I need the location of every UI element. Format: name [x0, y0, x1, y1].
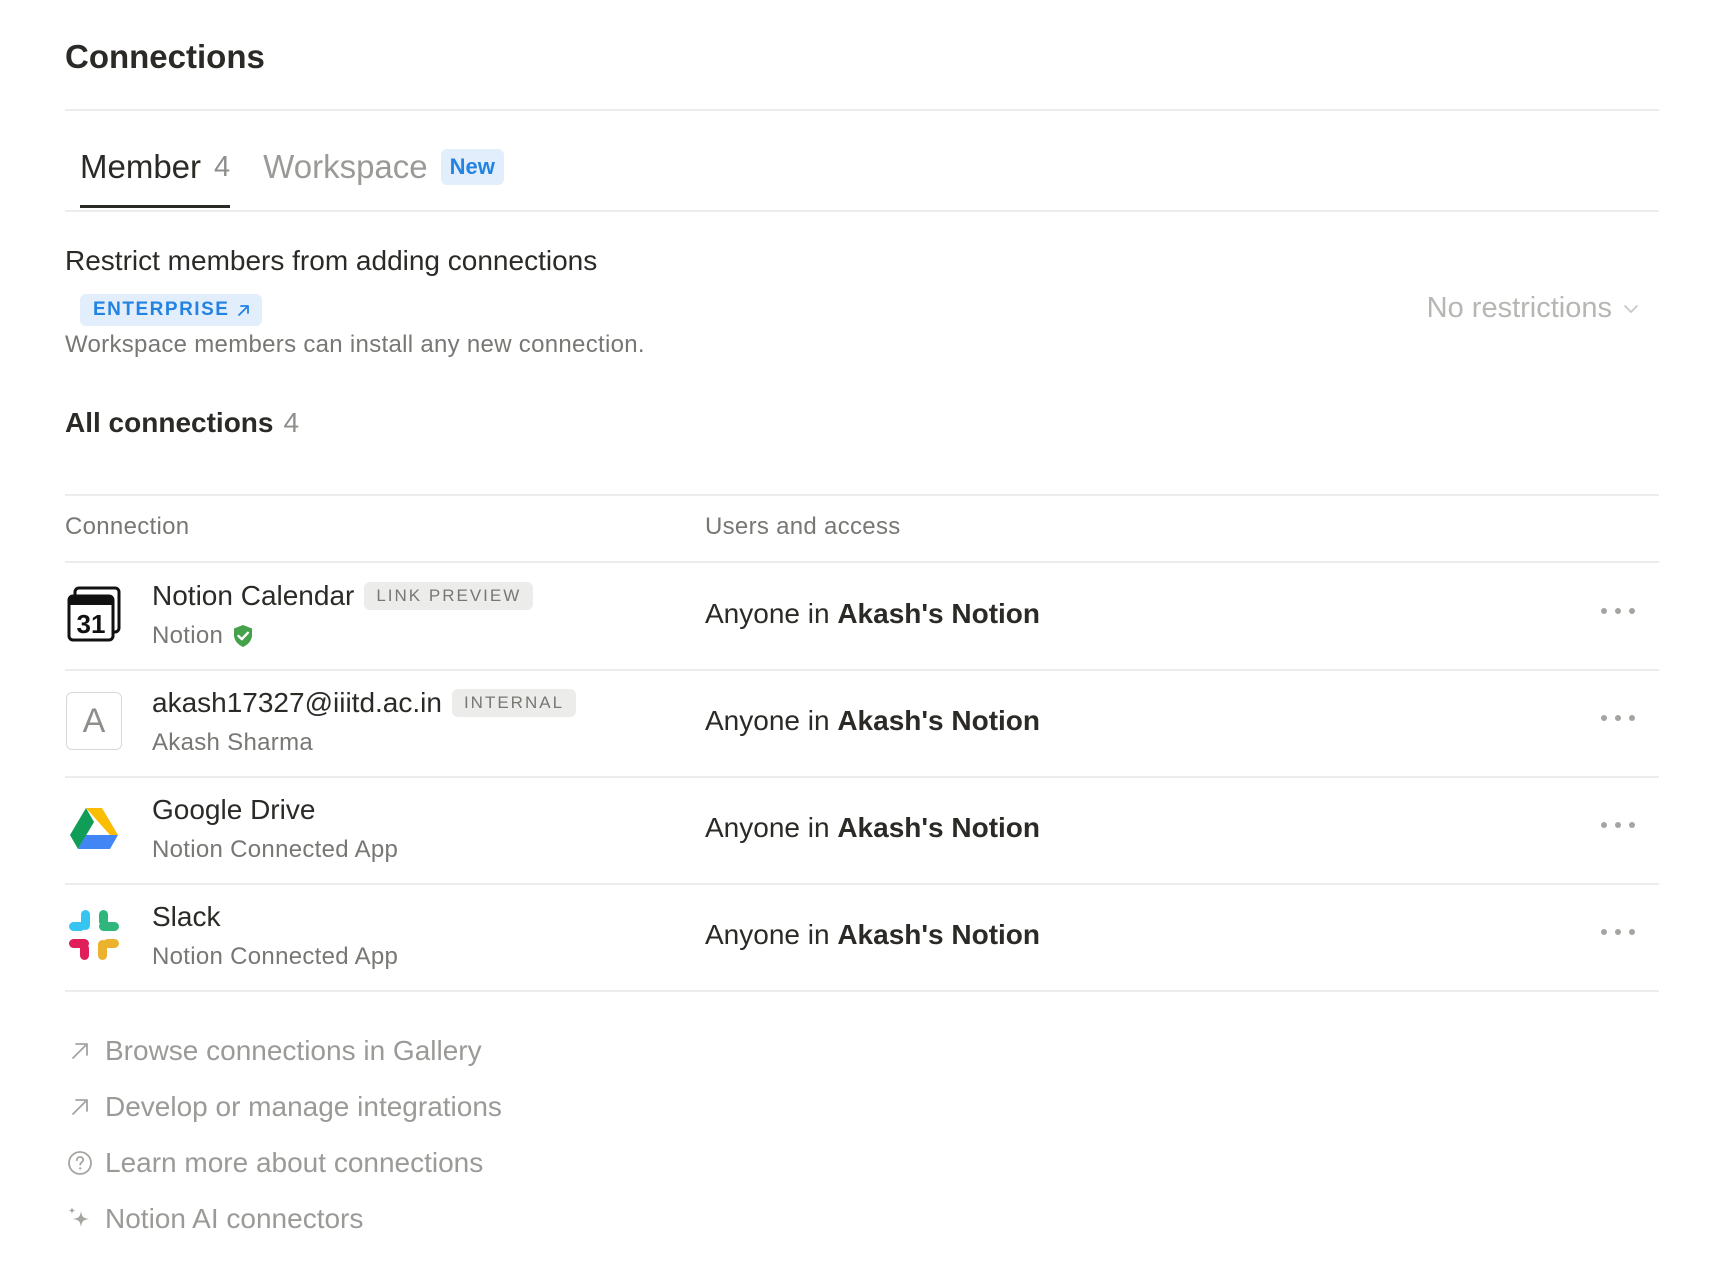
- access-prefix: Anyone in: [705, 919, 838, 950]
- table-row[interactable]: 31 Notion Calendar LINK PREVIEW Notion A…: [65, 563, 1659, 669]
- connection-subtitle-row: Notion Connected App: [152, 943, 398, 971]
- google-drive-icon: [65, 799, 123, 857]
- letter-avatar-icon: A: [65, 692, 123, 750]
- arrow-up-right-icon: [238, 304, 250, 316]
- link-label: Browse connections in Gallery: [105, 1035, 482, 1066]
- link-label: Develop or manage integrations: [105, 1091, 502, 1122]
- connection-subtitle: Notion Connected App: [152, 836, 399, 863]
- connections-settings-page: Connections Member 4 Workspace New Restr…: [0, 0, 1718, 1272]
- link-label: Notion AI connectors: [105, 1203, 364, 1234]
- connection-name: akash17327@iiitd.ac.in: [152, 687, 442, 718]
- dot-icon: [1615, 715, 1621, 721]
- dot-icon: [1601, 715, 1607, 721]
- more-options-button[interactable]: [1601, 601, 1635, 621]
- link-label: Learn more about connections: [105, 1147, 484, 1178]
- table-top-divider: [65, 494, 1659, 496]
- access-value: Anyone in Akash's Notion: [705, 705, 1040, 737]
- tab-workspace[interactable]: Workspace New: [263, 148, 504, 208]
- tab-member-count: 4: [214, 150, 231, 183]
- restriction-dropdown-value: No restrictions: [1426, 292, 1612, 324]
- dot-icon: [1629, 608, 1635, 614]
- column-header-access: Users and access: [705, 513, 901, 540]
- dot-icon: [1601, 822, 1607, 828]
- access-value: Anyone in Akash's Notion: [705, 812, 1040, 844]
- connection-name-row: Slack: [152, 901, 220, 933]
- access-workspace: Akash's Notion: [837, 705, 1041, 736]
- dot-icon: [1615, 929, 1621, 935]
- connection-name: Notion Calendar: [152, 580, 355, 611]
- notion-calendar-icon: 31: [65, 585, 123, 643]
- sparkle-icon: [65, 1205, 95, 1233]
- dot-icon: [1629, 929, 1635, 935]
- access-prefix: Anyone in: [705, 598, 838, 629]
- title-divider: [65, 109, 1659, 111]
- row-divider: [65, 990, 1659, 992]
- all-connections-count: 4: [283, 407, 300, 438]
- connection-name-row: akash17327@iiitd.ac.in INTERNAL: [152, 687, 577, 719]
- access-prefix: Anyone in: [705, 812, 838, 843]
- notion-ai-connectors-link[interactable]: Notion AI connectors: [65, 1191, 502, 1247]
- connection-tag: INTERNAL: [451, 689, 577, 717]
- all-connections-label: All connections: [65, 407, 274, 438]
- tab-bar: Member 4 Workspace New: [80, 148, 504, 208]
- access-workspace: Akash's Notion: [837, 812, 1041, 843]
- connection-name: Slack: [152, 901, 221, 932]
- enterprise-badge[interactable]: ENTERPRISE: [80, 294, 263, 326]
- footer-links: Browse connections in Gallery Develop or…: [65, 1023, 502, 1247]
- tab-member-label: Member: [80, 148, 202, 185]
- table-row[interactable]: Slack Notion Connected App Anyone in Aka…: [65, 884, 1659, 990]
- access-workspace: Akash's Notion: [837, 919, 1041, 950]
- access-value: Anyone in Akash's Notion: [705, 919, 1040, 951]
- restrict-description: Workspace members can install any new co…: [65, 331, 645, 358]
- more-options-button[interactable]: [1601, 815, 1635, 835]
- dot-icon: [1601, 929, 1607, 935]
- arrow-up-right-icon: [65, 1097, 95, 1117]
- table-row[interactable]: A akash17327@iiitd.ac.in INTERNAL Akash …: [65, 670, 1659, 776]
- dot-icon: [1629, 822, 1635, 828]
- connection-tag: LINK PREVIEW: [364, 582, 534, 610]
- learn-more-link[interactable]: Learn more about connections: [65, 1135, 502, 1191]
- access-prefix: Anyone in: [705, 705, 838, 736]
- connection-subtitle-row: Notion: [152, 622, 254, 650]
- all-connections-heading: All connections 4: [65, 407, 299, 439]
- arrow-up-right-icon: [65, 1041, 95, 1061]
- new-badge: New: [440, 149, 504, 185]
- connection-subtitle: Akash Sharma: [152, 729, 314, 756]
- more-options-button[interactable]: [1601, 708, 1635, 728]
- verified-shield-icon: [234, 625, 253, 647]
- connection-name-row: Google Drive: [152, 794, 315, 826]
- avatar: A: [66, 692, 122, 750]
- dot-icon: [1601, 608, 1607, 614]
- develop-integrations-link[interactable]: Develop or manage integrations: [65, 1079, 502, 1135]
- slack-icon: [65, 906, 123, 964]
- dot-icon: [1615, 608, 1621, 614]
- connection-subtitle-row: Akash Sharma: [152, 729, 313, 757]
- connection-subtitle-row: Notion Connected App: [152, 836, 398, 864]
- chevron-down-icon: [1624, 304, 1638, 313]
- tabs-divider: [65, 210, 1659, 212]
- question-circle-icon: [65, 1150, 95, 1176]
- connection-name-row: Notion Calendar LINK PREVIEW: [152, 580, 534, 612]
- tab-member[interactable]: Member 4: [80, 148, 231, 208]
- dot-icon: [1615, 822, 1621, 828]
- table-row[interactable]: Google Drive Notion Connected App Anyone…: [65, 777, 1659, 883]
- connection-subtitle: Notion: [152, 622, 224, 649]
- dot-icon: [1629, 715, 1635, 721]
- page-title: Connections: [65, 38, 265, 75]
- enterprise-badge-label: ENTERPRISE: [93, 299, 230, 320]
- browse-gallery-link[interactable]: Browse connections in Gallery: [65, 1023, 502, 1079]
- connection-name: Google Drive: [152, 794, 316, 825]
- more-options-button[interactable]: [1601, 922, 1635, 942]
- tab-workspace-label: Workspace: [263, 148, 428, 185]
- connection-subtitle: Notion Connected App: [152, 943, 399, 970]
- restriction-dropdown[interactable]: No restrictions: [1427, 292, 1638, 325]
- restrict-title: Restrict members from adding connections: [65, 245, 598, 276]
- access-value: Anyone in Akash's Notion: [705, 598, 1040, 630]
- access-workspace: Akash's Notion: [837, 598, 1041, 629]
- calendar-day: 31: [77, 609, 106, 639]
- column-header-connection: Connection: [65, 513, 190, 540]
